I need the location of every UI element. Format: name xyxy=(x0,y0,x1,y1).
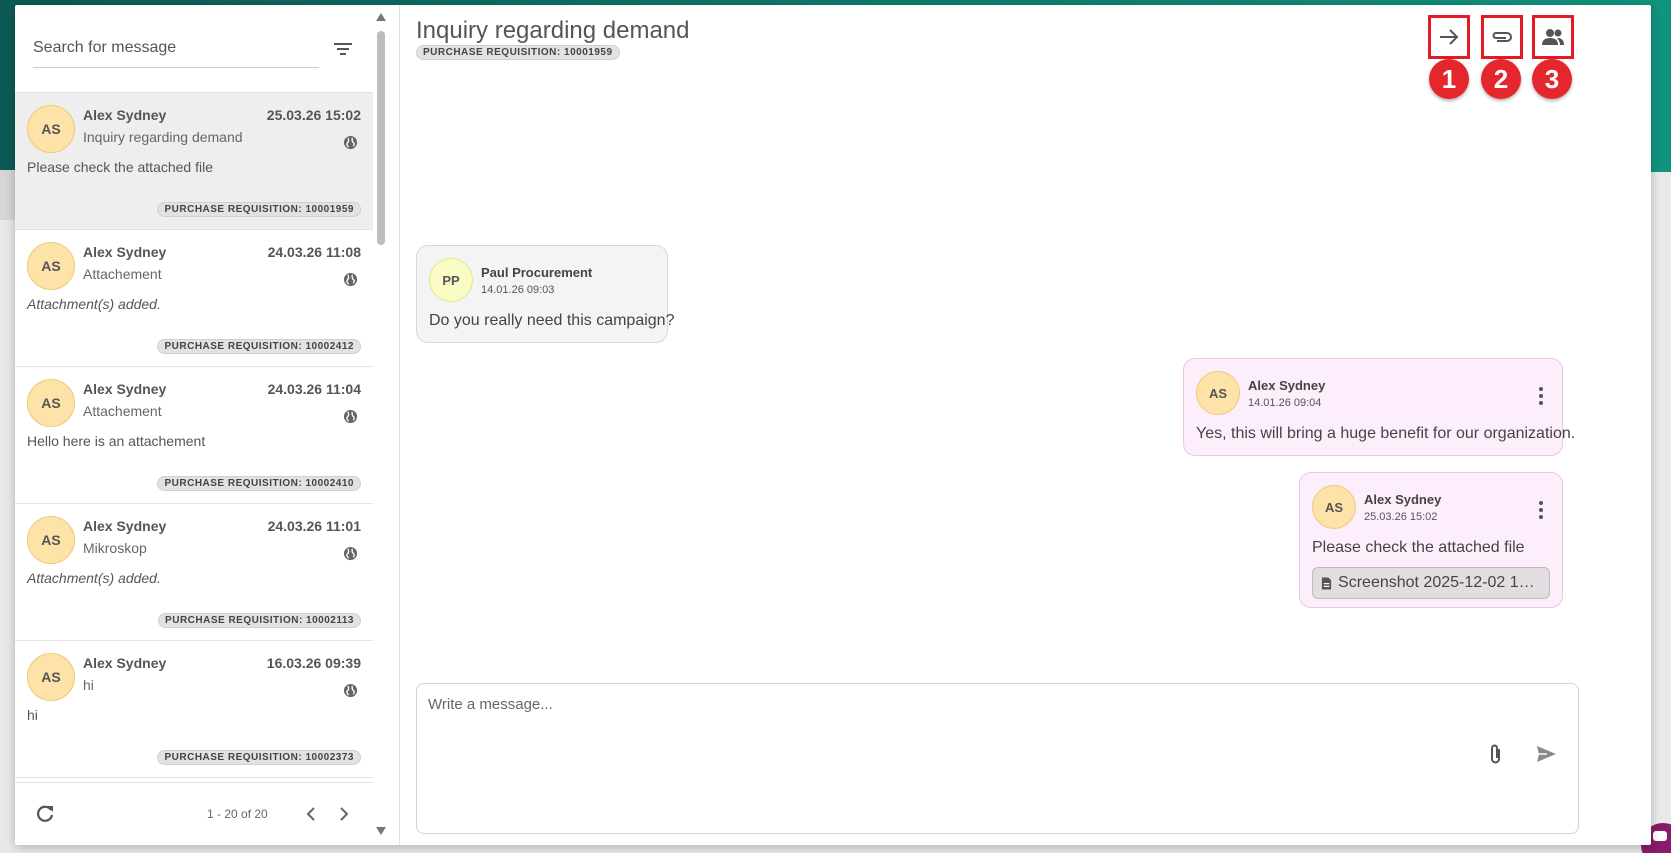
message-date: 24.03.26 11:01 xyxy=(267,518,361,534)
message-preview: Hello here is an attachement xyxy=(27,433,206,449)
conversation-title: Inquiry regarding demand xyxy=(416,17,690,44)
message-date: 25.03.26 15:02 xyxy=(266,107,361,123)
globe-icon xyxy=(343,683,358,698)
filter-icon xyxy=(334,42,353,55)
scroll-up-arrow-icon[interactable] xyxy=(376,13,386,21)
message-subject: Attachement xyxy=(83,266,162,282)
avatar: AS xyxy=(1196,371,1240,415)
message-date: 24.03.26 11:08 xyxy=(267,244,361,260)
list-footer: 1 - 20 of 20 xyxy=(15,782,373,845)
message-subject: Attachement xyxy=(83,403,162,419)
message-subject: hi xyxy=(83,677,94,693)
message-input[interactable] xyxy=(428,696,1428,756)
message-time: 14.01.26 09:03 xyxy=(481,283,555,296)
requisition-tag: PURCHASE REQUISITION: 10002113 xyxy=(158,613,361,628)
avatar: AS xyxy=(27,242,75,290)
more-vertical-icon[interactable] xyxy=(1538,387,1544,405)
avatar: PP xyxy=(429,258,473,302)
globe-icon xyxy=(343,409,358,424)
more-vertical-icon[interactable] xyxy=(1538,501,1544,519)
message-text: Yes, this will bring a huge benefit for … xyxy=(1196,425,1576,442)
list-scrollbar[interactable] xyxy=(373,5,389,845)
messages-dialog: AS Alex Sydney Inquiry regarding demand … xyxy=(15,5,1651,845)
sender-name: Paul Procurement xyxy=(481,264,593,280)
message-time: 14.01.26 09:04 xyxy=(1248,396,1322,409)
message-text: Do you really need this campaign? xyxy=(429,312,675,329)
message-subject: Mikroskop xyxy=(83,540,147,556)
chevron-right-icon xyxy=(340,807,349,821)
previous-page-button[interactable] xyxy=(300,802,322,826)
requisition-tag: PURCHASE REQUISITION: 10002410 xyxy=(157,476,361,491)
chevron-left-icon xyxy=(306,807,315,821)
next-page-button[interactable] xyxy=(333,802,355,826)
people-icon xyxy=(1542,29,1564,45)
refresh-icon xyxy=(37,805,54,822)
refresh-button[interactable] xyxy=(33,802,57,826)
scroll-down-arrow-icon[interactable] xyxy=(376,827,386,835)
requisition-tag: PURCHASE REQUISITION: 10001959 xyxy=(157,202,361,217)
avatar: AS xyxy=(27,379,75,427)
annotation-marker-2: 2 xyxy=(1481,59,1521,99)
pagination-range: 1 - 20 of 20 xyxy=(207,807,268,821)
file-icon xyxy=(1321,577,1332,589)
list-item[interactable]: AS Alex Sydney Mikroskop 24.03.26 11:01 … xyxy=(15,504,373,641)
globe-icon xyxy=(343,546,358,561)
avatar: AS xyxy=(1312,485,1356,529)
attachment-chip[interactable]: Screenshot 2025-12-02 1552... xyxy=(1312,567,1550,599)
message-preview: Attachment(s) added. xyxy=(27,296,161,312)
attach-file-button[interactable] xyxy=(1484,742,1508,766)
sender-name: Alex Sydney xyxy=(1248,377,1326,393)
avatar: AS xyxy=(27,653,75,701)
outgoing-message: AS Alex Sydney 14.01.26 09:04 Yes, this … xyxy=(1183,358,1576,456)
forward-button[interactable] xyxy=(1428,15,1470,59)
sender-name: Alex Sydney xyxy=(1364,491,1442,507)
search-input[interactable] xyxy=(33,39,320,57)
message-preview: Attachment(s) added. xyxy=(27,570,161,586)
message-composer xyxy=(416,683,1579,834)
search-field xyxy=(33,30,320,68)
search-row xyxy=(15,5,373,93)
avatar: AS xyxy=(27,105,75,153)
message-preview: hi xyxy=(27,707,38,723)
annotation-marker-3: 3 xyxy=(1532,59,1572,99)
message-date: 16.03.26 09:39 xyxy=(266,655,361,671)
list-item[interactable]: AS Alex Sydney Attachement 24.03.26 11:0… xyxy=(15,367,373,504)
globe-icon xyxy=(343,272,358,287)
list-item[interactable]: AS Alex Sydney hi 16.03.26 09:39 hi PURC… xyxy=(15,641,373,778)
message-list: AS Alex Sydney Inquiry regarding demand … xyxy=(15,93,373,782)
message-text: Please check the attached file xyxy=(1312,539,1525,556)
requisition-tag: PURCHASE REQUISITION: 10002373 xyxy=(157,750,361,765)
conversation-panel: Inquiry regarding demand PURCHASE REQUIS… xyxy=(400,5,1651,845)
requisition-tag: PURCHASE REQUISITION: 10002412 xyxy=(157,339,361,354)
conversation-requisition-tag: PURCHASE REQUISITION: 10001959 xyxy=(416,45,620,60)
message-preview: Please check the attached file xyxy=(27,159,214,175)
send-button[interactable] xyxy=(1534,742,1558,766)
incoming-message: PP Paul Procurement 14.01.26 09:03 Do yo… xyxy=(416,245,675,343)
annotation-marker-1: 1 xyxy=(1429,59,1469,99)
arrow-right-icon xyxy=(1440,29,1459,45)
attachments-button[interactable] xyxy=(1481,15,1523,59)
paperclip-icon xyxy=(1491,744,1500,764)
filter-button[interactable] xyxy=(331,37,355,61)
attachment-filename: Screenshot 2025-12-02 1552... xyxy=(1338,574,1541,591)
message-date: 24.03.26 11:04 xyxy=(267,381,361,397)
list-item[interactable]: AS Alex Sydney Inquiry regarding demand … xyxy=(15,93,373,230)
scroll-thumb[interactable] xyxy=(377,31,385,245)
list-item[interactable]: AS Alex Sydney Attachement 24.03.26 11:0… xyxy=(15,230,373,367)
message-time: 25.03.26 15:02 xyxy=(1364,510,1438,523)
paperclip-icon xyxy=(1492,32,1512,42)
message-subject: Inquiry regarding demand xyxy=(83,129,243,145)
avatar: AS xyxy=(27,516,75,564)
globe-icon xyxy=(343,135,358,150)
message-list-panel: AS Alex Sydney Inquiry regarding demand … xyxy=(15,5,400,845)
send-icon xyxy=(1537,746,1556,762)
outgoing-message: AS Alex Sydney 25.03.26 15:02 Please che… xyxy=(1299,472,1563,608)
participants-button[interactable] xyxy=(1532,15,1574,59)
